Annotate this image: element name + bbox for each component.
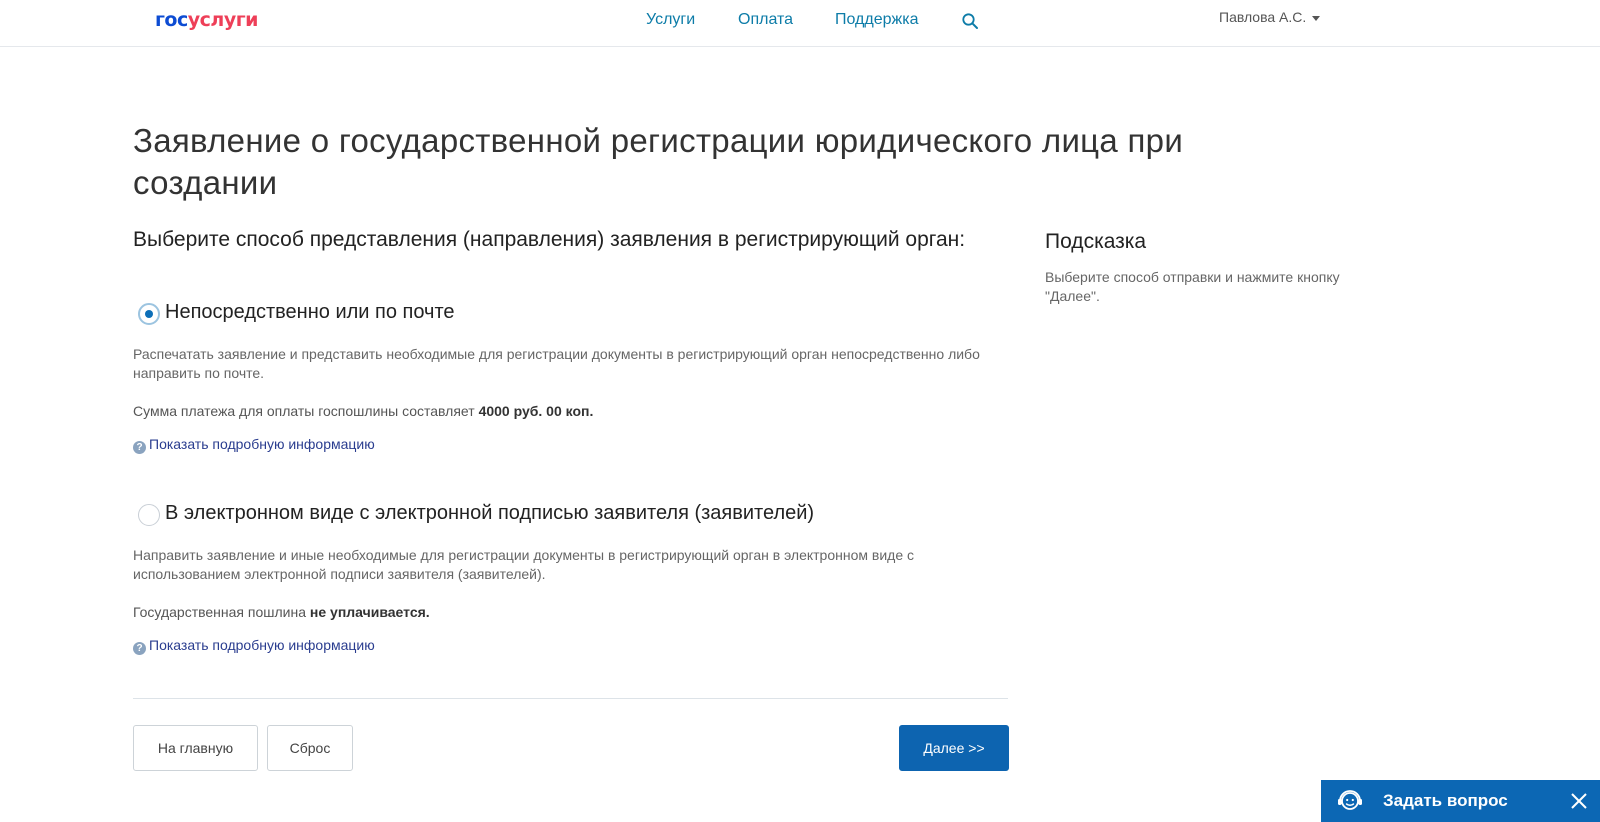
logo-part-uslugi: услуги [187,9,259,31]
nav-payment[interactable]: Оплата [738,11,793,29]
radio-paper-or-mail[interactable] [138,303,160,325]
logo-part-gos: гос [155,9,188,31]
home-button[interactable]: На главную [133,725,258,771]
option-paper-or-mail: Непосредственно или по почте Распечатать… [133,301,1013,461]
question-mark-icon: ? [133,441,146,454]
option-description: Распечатать заявление и представить необ… [133,346,980,381]
user-menu[interactable]: Павлова А.С. [1219,9,1321,25]
nav-support[interactable]: Поддержка [835,11,918,29]
option-label[interactable]: В электронном виде с электронной подпись… [165,502,814,525]
form-divider [133,698,1008,699]
option-description: Направить заявление и иные необходимые д… [133,547,914,582]
ask-question-bar[interactable]: Задать вопрос [1321,780,1600,822]
radio-electronic[interactable] [138,504,160,526]
support-agent-icon [1338,790,1362,810]
fee-text: Сумма платежа для оплаты госпошлины сост… [133,403,475,419]
option-fee: Сумма платежа для оплаты госпошлины сост… [133,403,593,419]
fee-value: не уплачивается. [309,604,430,620]
option-label[interactable]: Непосредственно или по почте [165,301,455,324]
fee-text: Государственная пошлина [133,604,307,620]
show-details-text: Показать подробную информацию [149,436,375,452]
show-details-link[interactable]: ? Показать подробную информацию [133,436,375,454]
top-header: госуслуги Услуги Оплата Поддержка Павлов… [0,0,1600,47]
gosuslugi-logo[interactable]: госуслуги [155,9,258,31]
reset-button[interactable]: Сброс [267,725,353,771]
question-mark-icon: ? [133,642,146,655]
option-electronic: В электронном виде с электронной подпись… [133,502,1013,662]
method-question: Выберите способ представления (направлен… [133,228,966,251]
search-icon[interactable] [961,12,979,30]
page-title: Заявление о государственной регистрации … [133,122,1184,201]
user-name: Павлова А.С. [1219,9,1307,25]
hint-title: Подсказка [1045,230,1147,253]
hint-text: Выберите способ отправки и нажмите кнопк… [1045,269,1340,304]
caret-down-icon [1312,15,1321,21]
show-details-link[interactable]: ? Показать подробную информацию [133,637,375,655]
next-button[interactable]: Далее >> [899,725,1009,771]
option-fee: Государственная пошлина не уплачивается. [133,604,430,620]
nav-services[interactable]: Услуги [646,11,695,29]
ask-question-label: Задать вопрос [1383,791,1508,810]
show-details-text: Показать подробную информацию [149,637,375,653]
close-icon[interactable] [1567,789,1591,813]
fee-value: 4000 руб. 00 коп. [478,403,594,419]
